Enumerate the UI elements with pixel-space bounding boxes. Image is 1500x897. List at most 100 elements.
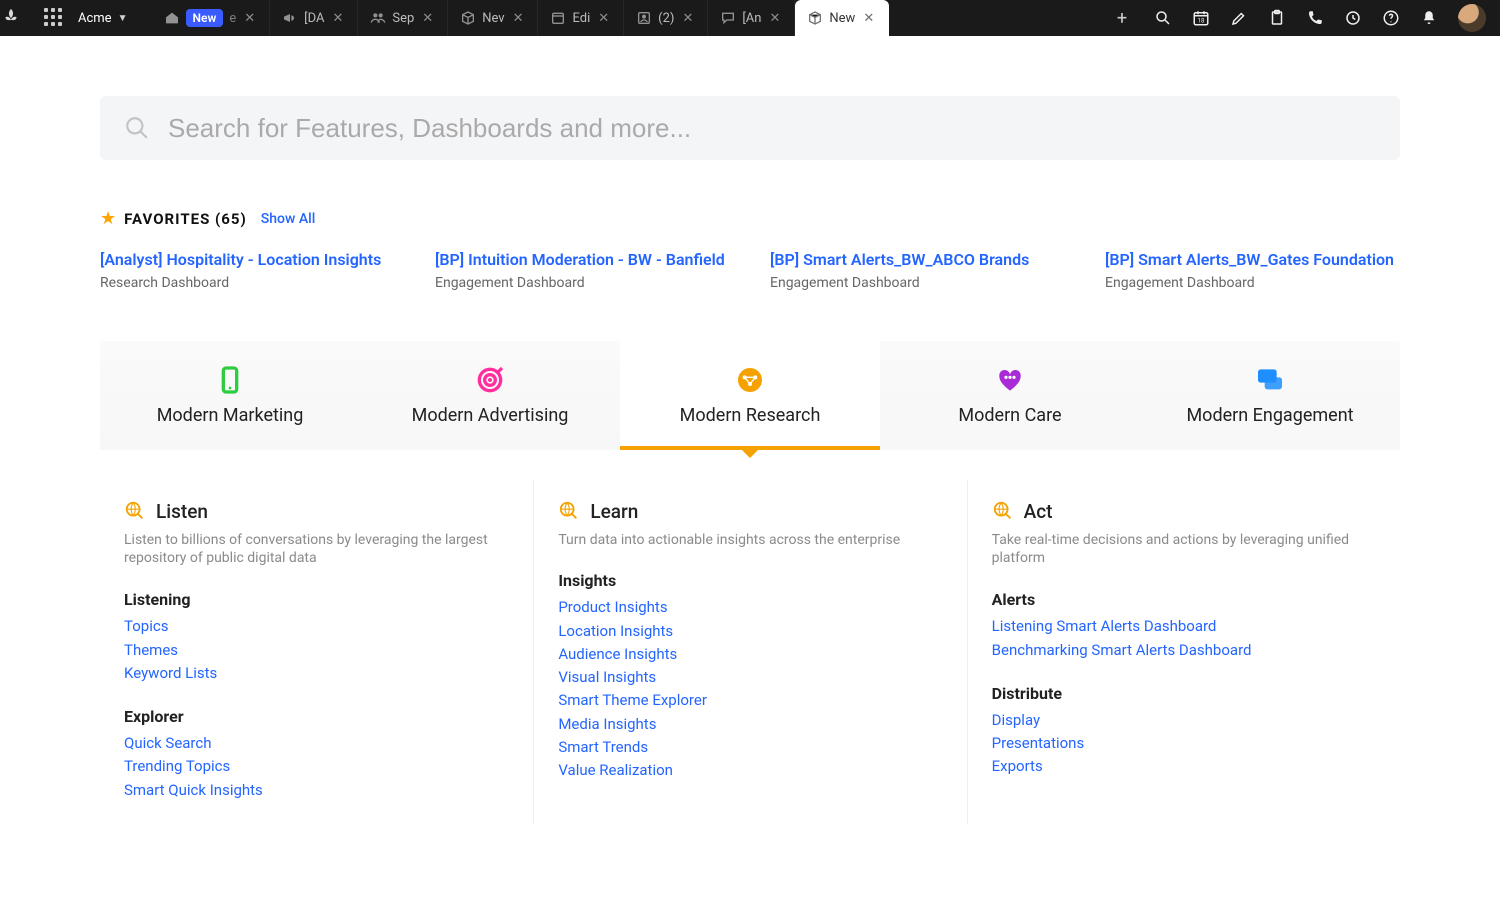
category-label: Modern Research xyxy=(620,405,880,426)
close-icon[interactable]: ✕ xyxy=(861,11,876,26)
help-icon[interactable] xyxy=(1382,9,1400,27)
clipboard-icon[interactable] xyxy=(1268,9,1286,27)
global-search[interactable] xyxy=(100,96,1400,160)
feature-column: LearnTurn data into actionable insights … xyxy=(533,480,966,824)
feature-link[interactable]: Listening Smart Alerts Dashboard xyxy=(992,615,1370,638)
cube-icon xyxy=(807,10,823,26)
search-icon[interactable] xyxy=(1154,9,1172,27)
search-input[interactable] xyxy=(168,113,1376,144)
category-icon xyxy=(214,364,246,396)
tab-label: [An xyxy=(742,11,761,26)
category-tab[interactable]: Modern Advertising xyxy=(360,341,620,450)
close-icon[interactable]: ✕ xyxy=(596,11,611,26)
favorites-header: ★ FAVORITES (65) Show All xyxy=(100,208,1400,229)
favorite-title[interactable]: [BP] Smart Alerts_BW_ABCO Brands xyxy=(770,249,1065,271)
tab-badge: New xyxy=(186,9,224,27)
feature-link[interactable]: Media Insights xyxy=(558,713,936,736)
people-icon xyxy=(370,10,386,26)
tab-label: New xyxy=(829,11,855,26)
group-heading: Insights xyxy=(558,571,936,590)
category-tab[interactable]: Modern Research xyxy=(620,341,880,450)
favorite-title[interactable]: [Analyst] Hospitality - Location Insight… xyxy=(100,249,395,271)
tab-3[interactable]: Nev✕ xyxy=(448,0,538,36)
tab-1[interactable]: [DA ✕ xyxy=(270,0,358,36)
phone-icon[interactable] xyxy=(1306,9,1324,27)
globe-search-icon xyxy=(124,500,146,522)
feature-link[interactable]: Themes xyxy=(124,639,503,662)
feature-link[interactable]: Benchmarking Smart Alerts Dashboard xyxy=(992,639,1370,662)
group-heading: Explorer xyxy=(124,707,503,726)
close-icon[interactable]: ✕ xyxy=(511,11,526,26)
favorite-title[interactable]: [BP] Smart Alerts_BW_Gates Foundation xyxy=(1105,249,1400,271)
user-avatar[interactable] xyxy=(1458,4,1486,32)
tab-5[interactable]: (2) ✕ xyxy=(624,0,708,36)
feature-link[interactable]: Location Insights xyxy=(558,620,936,643)
history-icon[interactable] xyxy=(1344,9,1362,27)
feature-link[interactable]: Smart Quick Insights xyxy=(124,779,503,802)
tab-4[interactable]: Edi✕ xyxy=(538,0,624,36)
home-icon xyxy=(164,10,180,26)
apps-grid-icon[interactable] xyxy=(44,8,64,28)
favorite-card: [Analyst] Hospitality - Location Insight… xyxy=(100,249,395,291)
category-tab[interactable]: Modern Care xyxy=(880,341,1140,450)
close-icon[interactable]: ✕ xyxy=(330,11,345,26)
edit-icon[interactable] xyxy=(1230,9,1248,27)
tab-6[interactable]: [An ✕ xyxy=(708,0,795,36)
favorites-grid: [Analyst] Hospitality - Location Insight… xyxy=(100,249,1400,291)
category-icon xyxy=(474,364,506,396)
category-label: Modern Advertising xyxy=(360,405,620,426)
contact-icon xyxy=(636,10,652,26)
category-label: Modern Engagement xyxy=(1140,405,1400,426)
calendar-icon[interactable]: 18 xyxy=(1192,9,1210,27)
tab-2[interactable]: Sep ✕ xyxy=(358,0,448,36)
tab-7[interactable]: New ✕ xyxy=(795,0,889,36)
workspace-switcher[interactable]: Acme ▼ xyxy=(78,11,128,26)
category-tabs: Modern MarketingModern AdvertisingModern… xyxy=(100,341,1400,450)
chevron-down-icon: ▼ xyxy=(118,13,128,24)
bell-icon[interactable] xyxy=(1420,9,1438,27)
close-icon[interactable]: ✕ xyxy=(767,11,782,26)
feature-link[interactable]: Smart Trends xyxy=(558,736,936,759)
tab-0[interactable]: Newe✕ xyxy=(152,0,271,36)
feature-link[interactable]: Display xyxy=(992,709,1370,732)
favorites-title: FAVORITES (65) xyxy=(124,210,247,228)
category-label: Modern Care xyxy=(880,405,1140,426)
close-icon[interactable]: ✕ xyxy=(680,11,695,26)
favorite-card: [BP] Smart Alerts_BW_ABCO BrandsEngageme… xyxy=(770,249,1065,291)
svg-text:18: 18 xyxy=(1198,18,1205,25)
feature-link[interactable]: Value Realization xyxy=(558,759,936,782)
feature-link[interactable]: Trending Topics xyxy=(124,755,503,778)
tab-label: (2) xyxy=(658,11,674,26)
favorite-subtitle: Research Dashboard xyxy=(100,275,395,291)
feature-link[interactable]: Visual Insights xyxy=(558,666,936,689)
feature-link[interactable]: Keyword Lists xyxy=(124,662,503,685)
feature-link[interactable]: Quick Search xyxy=(124,732,503,755)
link-group: Alerts Listening Smart Alerts DashboardBe… xyxy=(992,590,1370,662)
new-tab-button[interactable]: + xyxy=(1104,8,1140,29)
favorites-show-all[interactable]: Show All xyxy=(261,211,316,227)
column-title: Listen xyxy=(156,500,208,523)
feature-link[interactable]: Product Insights xyxy=(558,596,936,619)
feature-link[interactable]: Smart Theme Explorer xyxy=(558,689,936,712)
favorite-title[interactable]: [BP] Intuition Moderation - BW - Banfiel… xyxy=(435,249,730,271)
tab-label: [DA xyxy=(304,11,324,26)
feature-link[interactable]: Topics xyxy=(124,615,503,638)
feature-link[interactable]: Presentations xyxy=(992,732,1370,755)
feature-link[interactable]: Audience Insights xyxy=(558,643,936,666)
link-group: Insights Product InsightsLocation Insight… xyxy=(558,571,936,782)
search-icon xyxy=(124,115,150,141)
close-icon[interactable]: ✕ xyxy=(420,11,435,26)
toolbar: 18 xyxy=(1140,4,1500,32)
category-tab[interactable]: Modern Engagement xyxy=(1140,341,1400,450)
favorite-subtitle: Engagement Dashboard xyxy=(435,275,730,291)
category-tab[interactable]: Modern Marketing xyxy=(100,341,360,450)
calendar-icon xyxy=(550,10,566,26)
column-desc: Listen to billions of conversations by l… xyxy=(124,531,503,569)
workspace-name: Acme xyxy=(78,11,112,26)
group-heading: Alerts xyxy=(992,590,1370,609)
feature-column: Listen Listen to billions of conversation… xyxy=(100,480,533,824)
column-desc: Take real-time decisions and actions by … xyxy=(992,531,1370,569)
feature-link[interactable]: Exports xyxy=(992,755,1370,778)
tab-label: Sep xyxy=(392,11,414,26)
close-icon[interactable]: ✕ xyxy=(242,11,257,26)
